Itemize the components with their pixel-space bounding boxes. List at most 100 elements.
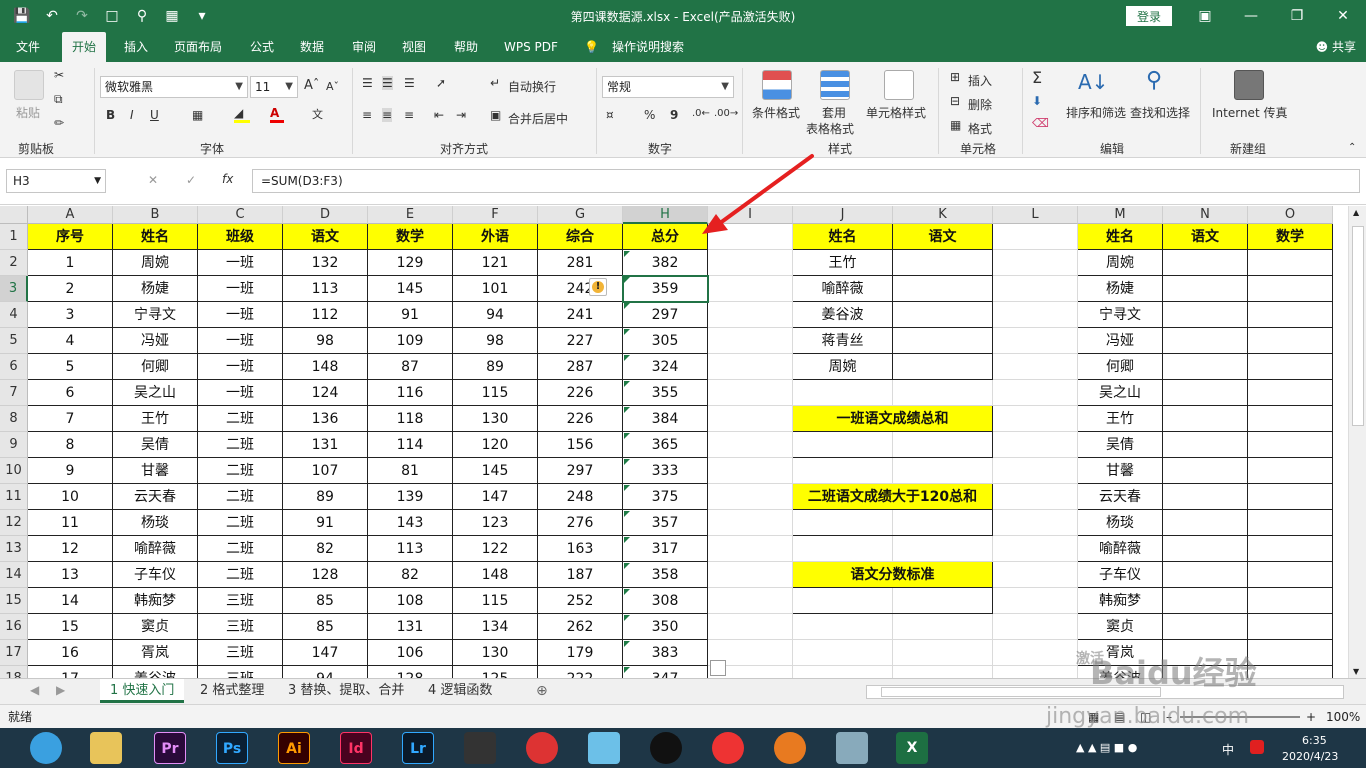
cell[interactable]	[993, 484, 1078, 510]
right-table-cell[interactable]	[1163, 588, 1248, 614]
lookup-header[interactable]: 姓名	[793, 224, 893, 250]
table-cell[interactable]: 14	[28, 588, 113, 614]
right-table-name-cell[interactable]: 何卿	[1078, 354, 1163, 380]
tell-me-search[interactable]: 操作说明搜索	[612, 32, 684, 62]
table-cell[interactable]: 308	[623, 588, 708, 614]
sheet-tab-1[interactable]: 1 快速入门	[100, 679, 185, 703]
table-header[interactable]: 总分	[623, 224, 708, 250]
table-cell[interactable]: 347	[623, 666, 708, 678]
table-cell[interactable]: 156	[538, 432, 623, 458]
row-header-1[interactable]: 1	[0, 224, 28, 250]
table-header[interactable]: 姓名	[113, 224, 198, 250]
table-cell[interactable]: 145	[368, 276, 453, 302]
border-icon[interactable]: ▦	[192, 108, 203, 122]
table-cell[interactable]: 89	[283, 484, 368, 510]
column-header-i[interactable]: I	[708, 206, 793, 224]
table-cell[interactable]: 131	[283, 432, 368, 458]
table-cell[interactable]: 何卿	[113, 354, 198, 380]
table-cell[interactable]: 一班	[198, 354, 283, 380]
table-cell[interactable]: 94	[453, 302, 538, 328]
share-button[interactable]: ☻ 共享	[1316, 32, 1356, 62]
format-painter-icon[interactable]: ✏	[54, 116, 64, 130]
table-cell[interactable]: 358	[623, 562, 708, 588]
table-header[interactable]: 班级	[198, 224, 283, 250]
column-header-g[interactable]: G	[538, 206, 623, 224]
table-cell[interactable]: 窦贞	[113, 614, 198, 640]
find-select-button[interactable]: 查找和选择	[1130, 104, 1190, 121]
cell[interactable]	[893, 536, 993, 562]
right-table-cell[interactable]	[1248, 666, 1333, 678]
right-table-cell[interactable]	[1248, 562, 1333, 588]
tab-help[interactable]: 帮助	[454, 32, 478, 62]
name-box[interactable]: H3 ▼	[6, 169, 106, 193]
cell[interactable]	[793, 666, 893, 678]
table-cell[interactable]: 382	[623, 250, 708, 276]
right-table-cell[interactable]	[1163, 562, 1248, 588]
right-table-cell[interactable]	[1248, 276, 1333, 302]
column-header-b[interactable]: B	[113, 206, 198, 224]
table-cell[interactable]: 二班	[198, 562, 283, 588]
table-cell[interactable]: 15	[28, 614, 113, 640]
cell[interactable]	[708, 224, 793, 250]
sheet-tab-4[interactable]: 4 逻辑函数	[418, 679, 502, 703]
cell[interactable]	[993, 250, 1078, 276]
lookup-value-cell[interactable]	[893, 354, 993, 380]
table-cell[interactable]: 112	[283, 302, 368, 328]
right-table-cell[interactable]	[1248, 536, 1333, 562]
file-explorer-icon[interactable]	[90, 732, 122, 764]
increase-font-icon[interactable]: Aˆ	[304, 78, 319, 93]
table-cell[interactable]: 305	[623, 328, 708, 354]
cell[interactable]	[708, 510, 793, 536]
right-table-header[interactable]: 语文	[1163, 224, 1248, 250]
cell[interactable]	[708, 432, 793, 458]
cell[interactable]	[993, 588, 1078, 614]
select-all-corner[interactable]	[0, 206, 28, 224]
row-header-3[interactable]: 3	[0, 276, 28, 302]
align-top-icon[interactable]: ☰	[362, 76, 373, 90]
table-cell[interactable]: 甘馨	[113, 458, 198, 484]
sort-filter-icon[interactable]: A↓	[1078, 70, 1108, 94]
table-cell[interactable]: 324	[623, 354, 708, 380]
right-table-cell[interactable]	[1163, 380, 1248, 406]
row-header-6[interactable]: 6	[0, 354, 28, 380]
wrap-text-button[interactable]: 自动换行	[508, 78, 556, 95]
italic-button[interactable]: I	[130, 108, 134, 122]
table-cell[interactable]: 9	[28, 458, 113, 484]
login-button[interactable]: 登录	[1126, 6, 1172, 26]
cell[interactable]	[993, 562, 1078, 588]
right-table-cell[interactable]	[1248, 484, 1333, 510]
sort-filter-button[interactable]: 排序和筛选	[1066, 104, 1126, 121]
paste-icon[interactable]	[14, 70, 44, 100]
right-table-cell[interactable]	[1163, 250, 1248, 276]
table-cell[interactable]: 116	[368, 380, 453, 406]
table-cell[interactable]: 王竹	[113, 406, 198, 432]
cell[interactable]	[993, 328, 1078, 354]
right-table-name-cell[interactable]: 杨婕	[1078, 276, 1163, 302]
tab-file[interactable]: 文件	[16, 32, 40, 62]
lightroom-icon[interactable]: Lr	[402, 732, 434, 764]
cell[interactable]	[993, 458, 1078, 484]
tab-home[interactable]: 开始	[62, 32, 107, 62]
table-cell[interactable]: 二班	[198, 510, 283, 536]
bold-button[interactable]: B	[106, 108, 115, 122]
cell-styles-icon[interactable]	[884, 70, 914, 100]
table-cell[interactable]: 148	[283, 354, 368, 380]
cell[interactable]	[708, 588, 793, 614]
table-cell[interactable]: 韩痴梦	[113, 588, 198, 614]
table-cell[interactable]: 109	[368, 328, 453, 354]
table-header[interactable]: 语文	[283, 224, 368, 250]
align-bottom-icon[interactable]: ☰	[404, 76, 415, 90]
table-cell[interactable]: 365	[623, 432, 708, 458]
table-cell[interactable]: 107	[283, 458, 368, 484]
right-table-name-cell[interactable]: 甘馨	[1078, 458, 1163, 484]
summary-value[interactable]	[793, 432, 993, 458]
summary-title[interactable]: 一班语文成绩总和	[793, 406, 993, 432]
enter-icon[interactable]: ✓	[186, 173, 196, 187]
table-cell[interactable]: 3	[28, 302, 113, 328]
table-cell[interactable]: 252	[538, 588, 623, 614]
next-sheet-icon[interactable]: ▶	[56, 683, 65, 697]
table-cell[interactable]: 350	[623, 614, 708, 640]
cancel-icon[interactable]: ✕	[148, 173, 158, 187]
table-cell[interactable]: 周婉	[113, 250, 198, 276]
table-cell[interactable]: 姜谷波	[113, 666, 198, 678]
